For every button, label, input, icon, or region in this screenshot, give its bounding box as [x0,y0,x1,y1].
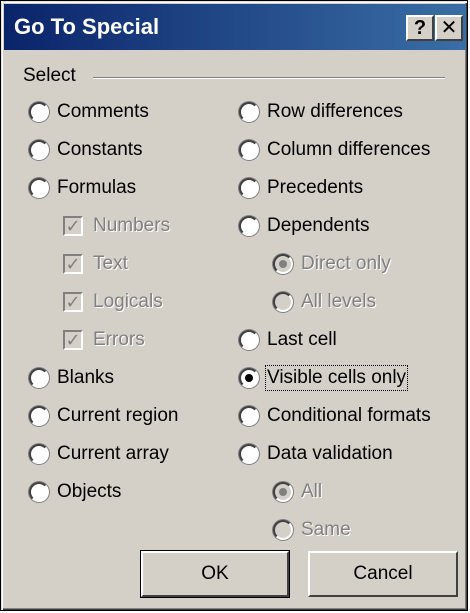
select-group-label: Select [23,65,76,86]
option-direct-only: Direct only [273,249,391,279]
radio-direct-only [273,254,293,274]
option-column-differences-label: Column differences [267,139,431,160]
radio-blanks[interactable] [29,368,49,388]
option-last-cell-label: Last cell [267,329,337,350]
option-dependents[interactable]: Dependents [239,211,369,241]
option-all: All [273,477,322,507]
radio-dot-icon [279,488,287,496]
option-row-differences[interactable]: Row differences [239,97,403,127]
group-divider [93,77,445,79]
checkbox-errors-label: Errors [93,329,145,350]
option-comments[interactable]: Comments [29,97,149,127]
cancel-button[interactable]: Cancel [308,551,458,597]
dialog-title: Go To Special [14,14,160,39]
checkbox-errors-box: ✓ [63,330,83,350]
radio-data-validation[interactable] [239,444,259,464]
option-constants-label: Constants [57,139,143,160]
option-same: Same [273,515,351,545]
radio-last-cell[interactable] [239,330,259,350]
checkbox-text-box: ✓ [63,254,83,274]
radio-visible-cells-only[interactable] [239,368,259,388]
option-precedents[interactable]: Precedents [239,173,363,203]
option-data-validation[interactable]: Data validation [239,439,393,469]
radio-conditional-formats[interactable] [239,406,259,426]
checkbox-logicals: ✓ Logicals [63,287,163,317]
option-current-region-label: Current region [57,405,179,426]
checkbox-text: ✓ Text [63,249,128,279]
option-direct-only-label: Direct only [301,253,391,274]
radio-same [273,520,293,540]
option-data-validation-label: Data validation [267,443,393,464]
radio-dot-icon [245,374,253,382]
option-formulas[interactable]: Formulas [29,173,136,203]
option-current-array-label: Current array [57,443,169,464]
option-objects-label: Objects [57,481,122,502]
option-current-region[interactable]: Current region [29,401,178,431]
radio-current-region[interactable] [29,406,49,426]
radio-column-differences[interactable] [239,140,259,160]
option-all-levels: All levels [273,287,376,317]
checkbox-numbers-box: ✓ [63,216,83,236]
option-all-label: All [301,481,323,502]
radio-comments[interactable] [29,102,49,122]
checkbox-text-label: Text [93,253,128,274]
radio-all [273,482,293,502]
checkbox-numbers-label: Numbers [93,215,171,236]
checkbox-logicals-label: Logicals [93,291,163,312]
radio-objects[interactable] [29,482,49,502]
option-objects[interactable]: Objects [29,477,121,507]
option-all-levels-label: All levels [301,291,376,312]
help-button[interactable]: ? [406,15,434,41]
radio-dot-icon [279,260,287,268]
option-dependents-label: Dependents [267,215,370,236]
radio-current-array[interactable] [29,444,49,464]
option-precedents-label: Precedents [267,177,364,198]
radio-formulas[interactable] [29,178,49,198]
option-visible-cells-only-label: Visible cells only [264,365,409,391]
option-conditional-formats-label: Conditional formats [267,405,431,426]
radio-dependents[interactable] [239,216,259,236]
checkbox-logicals-box: ✓ [63,292,83,312]
radio-constants[interactable] [29,140,49,160]
option-row-differences-label: Row differences [267,101,403,122]
ok-button[interactable]: OK [141,551,289,597]
option-blanks-label: Blanks [57,367,115,388]
option-conditional-formats[interactable]: Conditional formats [239,401,431,431]
option-visible-cells-only[interactable]: Visible cells only [239,363,409,393]
option-constants[interactable]: Constants [29,135,143,165]
radio-row-differences[interactable] [239,102,259,122]
title-bar[interactable]: Go To Special ? ✕ [4,4,466,50]
option-comments-label: Comments [57,101,149,122]
option-current-array[interactable]: Current array [29,439,169,469]
radio-all-levels [273,292,293,312]
option-last-cell[interactable]: Last cell [239,325,337,355]
radio-precedents[interactable] [239,178,259,198]
checkbox-errors: ✓ Errors [63,325,145,355]
go-to-special-dialog: Go To Special ? ✕ Select Comments Consta… [0,0,468,611]
option-formulas-label: Formulas [57,177,137,198]
option-same-label: Same [301,519,351,540]
checkbox-numbers: ✓ Numbers [63,211,170,241]
option-column-differences[interactable]: Column differences [239,135,430,165]
option-blanks[interactable]: Blanks [29,363,114,393]
close-button[interactable]: ✕ [435,15,463,41]
